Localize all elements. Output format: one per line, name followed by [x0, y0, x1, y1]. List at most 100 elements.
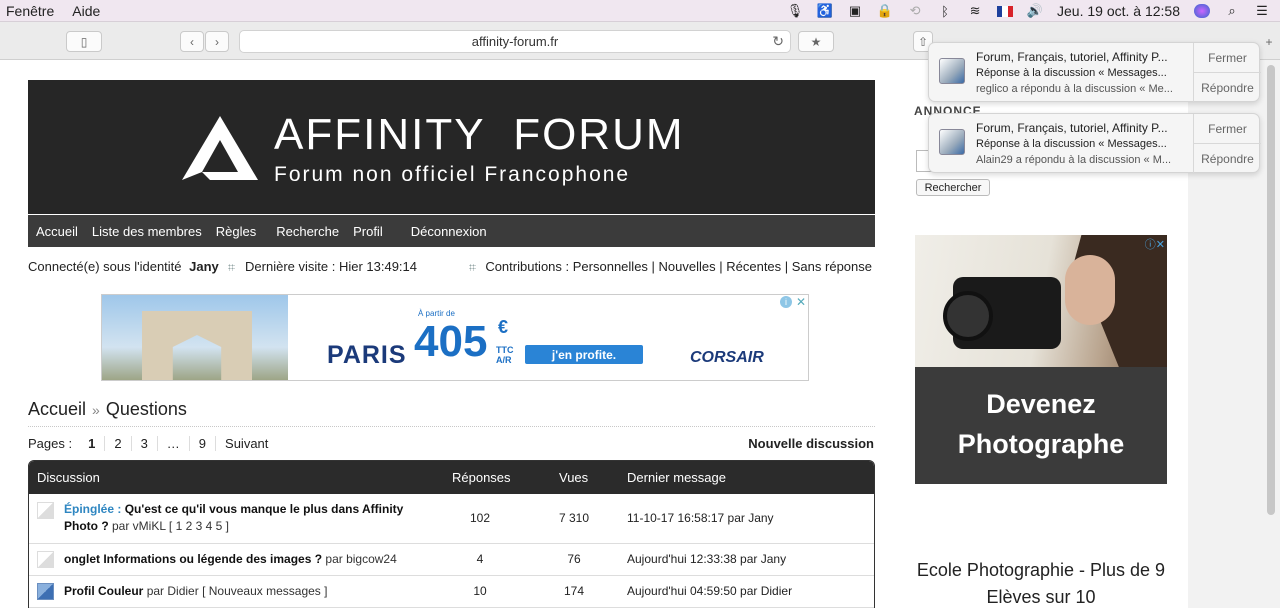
volume-icon[interactable]: 🔊 [1027, 3, 1043, 18]
french-flag-icon[interactable] [997, 5, 1013, 17]
topic-author[interactable]: par bigcow24 [325, 552, 396, 566]
chevron-left-icon: ‹ [190, 34, 194, 49]
nav-recherche[interactable]: Recherche [276, 224, 339, 239]
topic-cell: onglet Informations ou légende des image… [64, 551, 404, 568]
ad-ar-text: A/R [496, 355, 512, 365]
views-count: 174 [563, 584, 585, 598]
contrib-sans-reponse[interactable]: Sans réponse [792, 259, 872, 274]
table-row[interactable]: onglet Informations ou légende des image… [29, 544, 874, 576]
notification-card[interactable]: Forum, Français, tutoriel, Affinity P...… [928, 113, 1261, 174]
notification-close-button[interactable]: Fermer [1194, 114, 1261, 144]
site-subtitle: Forum non officiel Francophone [274, 163, 631, 186]
notification-line2: reglico a répondu à la discussion « Me..… [976, 83, 1173, 95]
table-row[interactable]: Épinglée : Qu'est ce qu'il vous manque l… [29, 494, 874, 544]
pinned-label: Épinglée : [64, 502, 122, 516]
replies-count: 10 [473, 584, 487, 598]
spotlight-icon[interactable]: ⌕ [1224, 3, 1240, 18]
notification-center-icon[interactable]: ☰ [1254, 3, 1270, 18]
nav-membres[interactable]: Liste des membres [92, 224, 202, 239]
last-message[interactable]: 11-10-17 16:58:17 par Jany [627, 511, 774, 525]
site-title: AFFINITY FORUM [274, 110, 685, 159]
page-3[interactable]: 3 [132, 436, 158, 451]
notification-content: Forum, Français, tutoriel, Affinity P...… [976, 120, 1186, 168]
page-1[interactable]: 1 [79, 436, 106, 451]
system-menubar: Fenêtre Aide 🎙 ♿ ▣ 🔒 ⟲ ᛒ ≋ 🔊 Jeu. 19 oct… [0, 0, 1280, 22]
new-tab-button[interactable]: + [1260, 31, 1278, 52]
topic-author[interactable]: par Didier [147, 584, 199, 598]
table-row[interactable]: Profil Couleur par Didier [ Nouveaux mes… [29, 576, 874, 608]
sidebar-search-button[interactable]: Rechercher [916, 179, 990, 196]
ad-info-icon[interactable]: i [780, 296, 792, 308]
siri-icon[interactable] [1194, 4, 1210, 18]
address-bar[interactable]: affinity-forum.fr ↻ [239, 30, 791, 53]
breadcrumb-home[interactable]: Accueil [28, 399, 86, 419]
header-replies: Réponses [452, 470, 511, 485]
notification-reply-button[interactable]: Répondre [1194, 144, 1261, 174]
nav-accueil[interactable]: Accueil [36, 224, 78, 239]
scrollbar-thumb[interactable] [1267, 65, 1275, 515]
reload-icon[interactable]: ↻ [772, 33, 784, 50]
forward-button[interactable]: › [205, 31, 229, 52]
topic-pages[interactable]: [ 1 2 3 4 5 ] [169, 519, 229, 533]
page-2[interactable]: 2 [105, 436, 132, 451]
bookmark-button[interactable]: ★ [798, 31, 834, 52]
breadcrumb: Accueil » Questions [28, 399, 187, 420]
clock[interactable]: Jeu. 19 oct. à 12:58 [1057, 3, 1180, 19]
last-message[interactable]: Aujourd'hui 12:33:38 par Jany [627, 552, 786, 566]
time-machine-icon[interactable]: ⟲ [907, 3, 923, 18]
topic-new-messages[interactable]: [ Nouveaux messages ] [202, 584, 327, 598]
lock-icon[interactable]: 🔒 [877, 3, 893, 18]
contrib-personnelles[interactable]: Personnelles [573, 259, 648, 274]
microphone-icon[interactable]: 🎙 [787, 3, 804, 18]
notification-line1: Réponse à la discussion « Messages... [976, 138, 1167, 150]
topic-cell: Profil Couleur par Didier [ Nouveaux mes… [64, 583, 404, 600]
display-icon[interactable]: ▣ [847, 3, 863, 18]
notification-close-button[interactable]: Fermer [1194, 43, 1261, 73]
site-banner[interactable]: AFFINITY FORUM Forum non officiel Franco… [28, 80, 875, 214]
star-icon: ★ [810, 34, 822, 49]
last-message[interactable]: Aujourd'hui 04:59:50 par Didier [627, 584, 792, 598]
ad-banner[interactable]: À partir de PARIS 405 € TTC A/R j'en prof… [101, 294, 809, 381]
username[interactable]: Jany [189, 259, 219, 274]
table-header: Discussion Réponses Vues Dernier message [29, 461, 874, 494]
nav-regles[interactable]: Règles [216, 224, 256, 239]
bluetooth-icon[interactable]: ᛒ [937, 4, 953, 19]
nav-deconnexion[interactable]: Déconnexion [411, 224, 487, 239]
page-9[interactable]: 9 [190, 436, 217, 451]
ad-cta-button[interactable]: j'en profite. [525, 345, 643, 364]
contrib-recentes[interactable]: Récentes [726, 259, 781, 274]
notification-reply-button[interactable]: Répondre [1194, 73, 1261, 103]
notification-line2: Alain29 a répondu à la discussion « M... [976, 154, 1172, 166]
topic-read-icon [37, 502, 54, 519]
views-count: 76 [567, 552, 581, 566]
menu-fenetre[interactable]: Fenêtre [6, 3, 54, 19]
topic-read-icon [37, 551, 54, 568]
ad-image-face [1065, 255, 1115, 325]
back-button[interactable]: ‹ [180, 31, 204, 52]
menu-aide[interactable]: Aide [72, 3, 100, 19]
share-icon: ⇧ [917, 34, 929, 49]
wifi-icon[interactable]: ≋ [967, 3, 983, 18]
separator-dot-icon [228, 264, 236, 272]
topic-author[interactable]: par vMiKL [112, 519, 166, 533]
new-topic-link[interactable]: Nouvelle discussion [748, 436, 874, 451]
topic-title[interactable]: onglet Informations ou légende des image… [64, 552, 322, 566]
url-text: affinity-forum.fr [471, 34, 559, 49]
nav-profil[interactable]: Profil [353, 224, 383, 239]
sidebar-toggle-button[interactable]: ▯ [66, 31, 102, 52]
user-info-bar: Connecté(e) sous l'identité Jany Dernièr… [28, 259, 872, 274]
chevron-right-icon: › [215, 34, 219, 49]
notification-card[interactable]: Forum, Français, tutoriel, Affinity P...… [928, 42, 1261, 103]
contrib-nouvelles[interactable]: Nouvelles [659, 259, 716, 274]
next-page-link[interactable]: Suivant [216, 436, 277, 451]
sidebar-ad[interactable]: ⓘ✕ Devenez Photographe Ecole Photographi… [915, 235, 1167, 608]
ad-close-icon[interactable]: ✕ [796, 295, 806, 309]
ad-description: Ecole Photographie - Plus de 9 Elèves su… [916, 560, 1166, 607]
user-label: Connecté(e) sous l'identité [28, 259, 182, 274]
accessibility-icon[interactable]: ♿ [817, 3, 833, 18]
ad-info-icon[interactable]: ⓘ✕ [1145, 236, 1165, 252]
main-nav: Accueil Liste des membres Règles Recherc… [28, 215, 875, 247]
ad-headline-2: Photographe [957, 429, 1125, 459]
topic-title[interactable]: Profil Couleur [64, 584, 143, 598]
breadcrumb-current[interactable]: Questions [106, 399, 187, 419]
